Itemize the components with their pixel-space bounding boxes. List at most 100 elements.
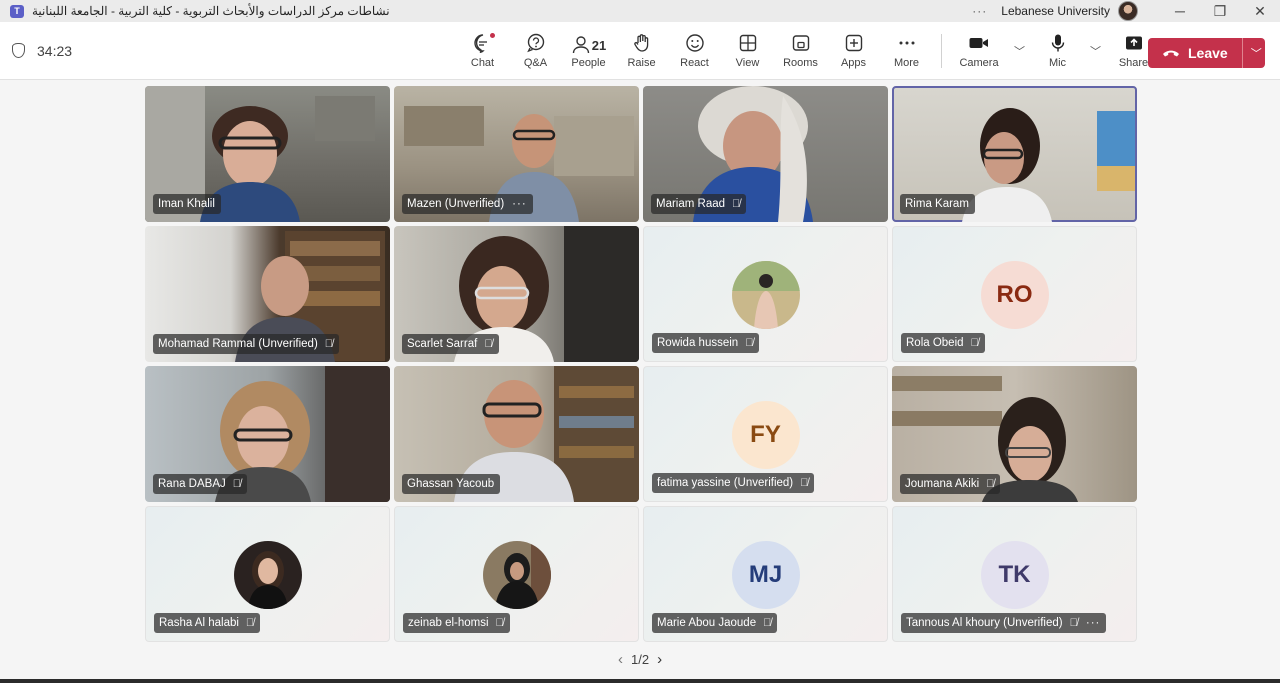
mic-label: Mic xyxy=(1048,57,1067,69)
minimize-icon[interactable]: ─ xyxy=(1160,3,1200,19)
hand-icon xyxy=(632,33,652,55)
rooms-button[interactable]: Rooms xyxy=(774,22,827,80)
participant-more-button[interactable]: ··· xyxy=(1086,617,1101,629)
participant-tile[interactable]: zeinab el-homsi 🎙̸ xyxy=(394,506,639,642)
participant-more-button[interactable]: ··· xyxy=(512,198,527,210)
participant-tile[interactable]: FY fatima yassine (Unverified) 🎙̸ xyxy=(643,366,888,502)
window-title: نشاطات مركز الدراسات والأبحاث التربوية -… xyxy=(32,4,390,18)
view-label: View xyxy=(735,57,760,69)
mic-off-icon: 🎙̸ xyxy=(324,338,334,350)
mic-off-icon: 🎙̸ xyxy=(732,198,741,210)
participant-avatar-photo xyxy=(731,261,800,329)
mic-off-icon: 🎙̸ xyxy=(800,477,809,489)
rooms-label: Rooms xyxy=(783,57,818,69)
apps-plus-icon xyxy=(844,33,864,55)
react-button[interactable]: React xyxy=(668,22,721,80)
account-avatar[interactable] xyxy=(1118,1,1138,21)
more-button[interactable]: More xyxy=(880,22,933,80)
toolbar-actions: Chat Q&A 21 People Raise React View Room… xyxy=(456,22,1160,80)
participant-tile[interactable]: Joumana Akiki 🎙̸ xyxy=(892,366,1137,502)
participant-initials-avatar: RO xyxy=(980,261,1049,329)
next-page-chevron-icon[interactable]: › xyxy=(649,651,670,668)
participant-tile[interactable]: MJ Marie Abou Jaoude 🎙̸ xyxy=(643,506,888,642)
participant-name: Rima Karam xyxy=(905,198,969,210)
mic-button[interactable]: Mic xyxy=(1031,22,1084,80)
gallery-pager: ‹ 1/2 › xyxy=(610,651,670,668)
participant-name-tag: Rasha Al halabi 🎙̸ xyxy=(154,613,261,633)
mic-off-icon: 🎙̸ xyxy=(763,617,772,629)
more-dots-icon xyxy=(897,33,917,55)
apps-button[interactable]: Apps xyxy=(827,22,880,80)
mic-off-icon: 🎙̸ xyxy=(986,478,995,490)
leave-label: Leave xyxy=(1188,45,1228,61)
close-icon[interactable]: ✕ xyxy=(1240,3,1280,20)
participant-tile[interactable]: Rana DABAJ 🎙̸ xyxy=(145,366,390,502)
shield-icon xyxy=(12,43,25,58)
window-more-button[interactable]: ··· xyxy=(972,4,987,18)
participant-avatar-photo xyxy=(233,541,302,609)
people-label: People xyxy=(571,57,606,69)
teams-logo-icon: T xyxy=(10,4,24,18)
share-label: Share xyxy=(1118,57,1149,69)
participant-initials-avatar: FY xyxy=(731,401,800,469)
more-label: More xyxy=(893,57,920,69)
participant-name-tag: Mariam Raad 🎙̸ xyxy=(651,194,747,214)
participant-name-tag: Marie Abou Jaoude 🎙̸ xyxy=(652,613,778,633)
camera-label: Camera xyxy=(959,57,999,69)
window-title-bar: T نشاطات مركز الدراسات والأبحاث التربوية… xyxy=(0,0,1280,22)
participant-name-tag: Iman Khalil xyxy=(153,194,221,214)
people-count: 21 xyxy=(591,38,607,53)
chat-notification-dot xyxy=(489,33,495,38)
mic-off-icon: 🎙̸ xyxy=(495,617,504,629)
participant-tile[interactable]: Rima Karam xyxy=(892,86,1137,222)
participant-avatar-photo xyxy=(482,541,551,609)
share-icon xyxy=(1124,33,1144,55)
participant-name-tag: Rima Karam xyxy=(900,194,975,214)
taskbar-edge xyxy=(0,679,1280,683)
react-label: React xyxy=(680,57,709,69)
mic-off-icon: 🎙̸ xyxy=(232,478,242,490)
camera-icon xyxy=(968,33,990,55)
participant-tile[interactable]: Mazen (Unverified) ··· xyxy=(394,86,639,222)
participant-name-tag: Ghassan Yacoub xyxy=(402,474,501,494)
participant-tile[interactable]: Iman Khalil xyxy=(145,86,390,222)
leave-divider xyxy=(1241,38,1243,68)
participant-name: zeinab el-homsi xyxy=(408,617,489,629)
camera-button[interactable]: Camera xyxy=(950,22,1008,80)
mic-options-chevron-icon[interactable]: ﹀ xyxy=(1090,43,1101,59)
mic-off-icon: 🎙̸ xyxy=(970,337,979,349)
restore-icon[interactable]: ❐ xyxy=(1200,3,1240,20)
chat-button[interactable]: Chat xyxy=(456,22,509,80)
view-button[interactable]: View xyxy=(721,22,774,80)
grid-view-icon xyxy=(738,33,758,55)
participant-tile[interactable]: Rowida hussein 🎙̸ xyxy=(643,226,888,362)
previous-page-chevron-icon[interactable]: ‹ xyxy=(610,651,631,668)
camera-options-chevron-icon[interactable]: ﹀ xyxy=(1014,43,1025,59)
qa-label: Q&A xyxy=(523,57,548,69)
rooms-icon xyxy=(791,33,811,55)
meeting-timer: 34:23 xyxy=(12,43,72,59)
participant-initials-avatar: MJ xyxy=(731,541,800,609)
participant-name: fatima yassine (Unverified) xyxy=(657,477,794,489)
participant-grid: Iman Khalil Mazen (Unverified) ··· Maria… xyxy=(145,86,1137,642)
participant-name: Rana DABAJ xyxy=(158,478,226,490)
participant-name-tag: Rola Obeid 🎙̸ xyxy=(901,333,985,353)
timer-text: 34:23 xyxy=(37,42,73,59)
leave-button[interactable]: Leave ﹀ xyxy=(1148,38,1265,68)
participant-name: Iman Khalil xyxy=(158,198,215,210)
participant-tile[interactable]: Rasha Al halabi 🎙̸ xyxy=(145,506,390,642)
participant-name: Mariam Raad xyxy=(656,198,726,210)
participant-tile[interactable]: TK Tannous Al khoury (Unverified) 🎙̸ ··· xyxy=(892,506,1137,642)
people-button[interactable]: 21 People xyxy=(562,22,615,80)
qa-button[interactable]: Q&A xyxy=(509,22,562,80)
participant-tile[interactable]: RO Rola Obeid 🎙̸ xyxy=(892,226,1137,362)
toolbar-divider xyxy=(941,34,942,68)
participant-tile[interactable]: Mariam Raad 🎙̸ xyxy=(643,86,888,222)
participant-tile[interactable]: Scarlet Sarraf 🎙̸ xyxy=(394,226,639,362)
leave-options-chevron-icon[interactable]: ﹀ xyxy=(1251,45,1262,61)
participant-name: Ghassan Yacoub xyxy=(407,478,495,490)
participant-tile[interactable]: Mohamad Rammal (Unverified) 🎙̸ xyxy=(145,226,390,362)
participant-name: Tannous Al khoury (Unverified) xyxy=(906,617,1063,629)
participant-tile[interactable]: Ghassan Yacoub xyxy=(394,366,639,502)
raise-hand-button[interactable]: Raise xyxy=(615,22,668,80)
